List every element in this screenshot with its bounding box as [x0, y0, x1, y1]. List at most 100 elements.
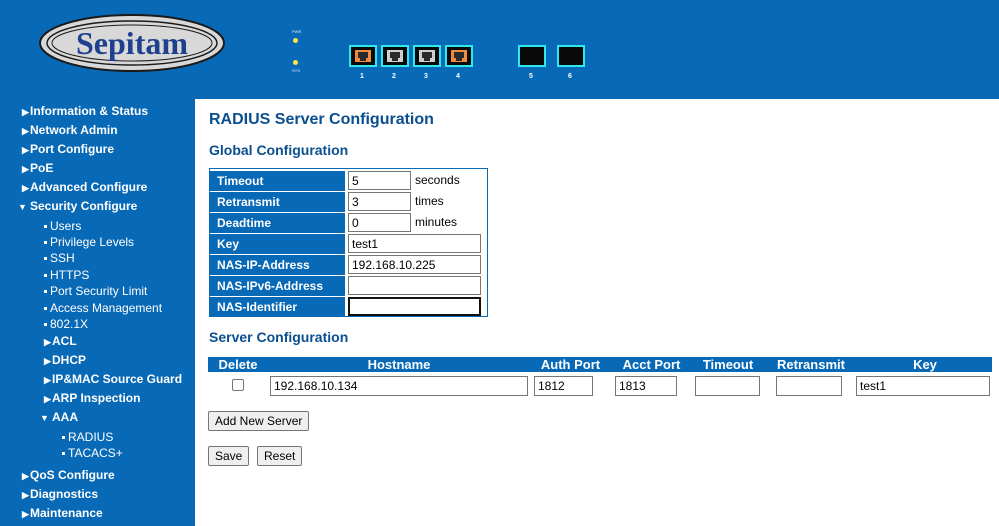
key-input[interactable] — [348, 234, 481, 253]
deadtime-label: Deadtime — [210, 213, 345, 233]
nas-ipv6-input[interactable] — [348, 276, 481, 295]
sidebar-item-security-configure[interactable]: ▼ Security Configure — [18, 199, 137, 213]
sidebar-item-diagnostics[interactable]: ▶Diagnostics — [22, 487, 98, 501]
sidebar-item-maintenance[interactable]: ▶Maintenance — [22, 506, 103, 520]
bullet-icon — [44, 290, 47, 294]
sidebar-subitem-port-security-limit[interactable]: Port Security Limit — [44, 284, 147, 298]
port-1-label: 1 — [360, 73, 364, 80]
port-1-icon[interactable] — [349, 45, 377, 67]
col-key: Key — [913, 357, 937, 372]
chevron-right-icon: ▶ — [44, 375, 51, 385]
timeout-input[interactable] — [348, 171, 411, 190]
global-config-heading: Global Configuration — [209, 142, 349, 158]
deadtime-unit: minutes — [415, 215, 458, 229]
col-auth-port: Auth Port — [540, 357, 601, 372]
retransmit-input[interactable] — [348, 192, 411, 211]
nas-ipv6-label: NAS-IPv6-Address — [210, 276, 345, 296]
key-label: Key — [210, 234, 345, 254]
bullet-icon — [62, 436, 65, 440]
sidebar-item-port-configure[interactable]: ▶Port Configure — [22, 142, 114, 156]
port-2-label: 2 — [392, 73, 396, 80]
bullet-icon — [44, 241, 47, 245]
nas-identifier-label: NAS-Identifier — [210, 297, 345, 317]
bullet-icon — [44, 323, 47, 327]
chevron-down-icon: ▼ — [40, 413, 49, 423]
chevron-right-icon: ▶ — [22, 490, 29, 500]
chevron-right-icon: ▶ — [22, 107, 29, 117]
port-5-label: 5 — [529, 73, 533, 80]
port-6-sfp-icon[interactable] — [557, 45, 585, 67]
timeout-unit: seconds — [415, 173, 460, 187]
port-5-sfp-icon[interactable] — [518, 45, 546, 67]
acct-port-input[interactable] — [615, 376, 677, 396]
chevron-right-icon: ▶ — [22, 471, 29, 481]
deadtime-input[interactable] — [348, 213, 411, 232]
bullet-icon — [44, 257, 47, 261]
sidebar-item-network-admin[interactable]: ▶Network Admin — [22, 123, 118, 137]
timeout-row-input[interactable] — [695, 376, 760, 396]
nas-ip-label: NAS-IP-Address — [210, 255, 345, 275]
sidebar: ▶Information & Status ▶Network Admin ▶Po… — [0, 99, 195, 526]
port-3-icon[interactable] — [413, 45, 441, 67]
nas-ip-input[interactable] — [348, 255, 481, 274]
sidebar-item-qos-configure[interactable]: ▶QoS Configure — [22, 468, 115, 482]
sidebar-item-acl[interactable]: ▶ACL — [44, 334, 77, 348]
port-3-label: 3 — [424, 73, 428, 80]
col-acct-port: Acct Port — [622, 357, 681, 372]
retransmit-unit: times — [415, 194, 444, 208]
add-new-server-button[interactable]: Add New Server — [208, 411, 310, 431]
chevron-right-icon: ▶ — [22, 164, 29, 174]
reset-button[interactable]: Reset — [257, 446, 303, 466]
port-4-icon[interactable] — [445, 45, 473, 67]
chevron-right-icon: ▶ — [22, 183, 29, 193]
sidebar-item-dhcp[interactable]: ▶DHCP — [44, 353, 86, 367]
sidebar-subitem-privilege-levels[interactable]: Privilege Levels — [44, 235, 134, 249]
save-button[interactable]: Save — [208, 446, 250, 466]
server-config-heading: Server Configuration — [209, 329, 349, 345]
header-bar: Sepitam PWR SYS 1 2 3 4 5 6 — [0, 0, 999, 99]
sidebar-item-ip-mac-source-guard[interactable]: ▶IP&MAC Source Guard — [44, 372, 182, 386]
sidebar-item-poe[interactable]: ▶PoE — [22, 161, 53, 175]
chevron-right-icon: ▶ — [22, 509, 29, 519]
bullet-icon — [44, 274, 47, 278]
sidebar-subitem-8021x[interactable]: 802.1X — [44, 317, 88, 331]
hostname-input[interactable] — [270, 376, 528, 396]
chevron-right-icon: ▶ — [22, 145, 29, 155]
col-hostname: Hostname — [367, 357, 431, 372]
sys-led-icon — [293, 60, 298, 65]
col-timeout: Timeout — [702, 357, 754, 372]
sidebar-item-information-status[interactable]: ▶Information & Status — [22, 104, 148, 118]
sidebar-subitem-access-management[interactable]: Access Management — [44, 301, 162, 315]
pwr-led-label: PWR — [292, 29, 302, 34]
port-2-icon[interactable] — [381, 45, 409, 67]
retransmit-row-input[interactable] — [776, 376, 842, 396]
bullet-icon — [44, 225, 47, 229]
sidebar-subitem-users[interactable]: Users — [44, 219, 81, 233]
sidebar-item-arp-inspection[interactable]: ▶ARP Inspection — [44, 391, 140, 405]
sidebar-item-aaa[interactable]: ▼ AAA — [40, 410, 78, 424]
sidebar-subitem-https[interactable]: HTTPS — [44, 268, 89, 282]
chevron-right-icon: ▶ — [44, 337, 51, 347]
chevron-right-icon: ▶ — [44, 394, 51, 404]
port-4-label: 4 — [456, 73, 460, 80]
bullet-icon — [44, 307, 47, 311]
auth-port-input[interactable] — [534, 376, 593, 396]
sys-led-label: SYS — [292, 68, 301, 73]
bullet-icon — [62, 452, 65, 456]
col-retransmit: Retransmit — [777, 357, 845, 372]
delete-checkbox[interactable] — [232, 379, 244, 391]
sidebar-subitem-ssh[interactable]: SSH — [44, 251, 75, 265]
key-row-input[interactable] — [856, 376, 990, 396]
port-6-label: 6 — [568, 73, 572, 80]
sepitam-logo: Sepitam — [39, 14, 225, 72]
pwr-led-icon — [293, 38, 298, 43]
sidebar-item-advanced-configure[interactable]: ▶Advanced Configure — [22, 180, 147, 194]
chevron-right-icon: ▶ — [44, 356, 51, 366]
global-config-table: Timeout seconds Retransmit times Deadtim… — [209, 168, 488, 317]
sidebar-subitem-tacacs[interactable]: TACACS+ — [62, 446, 123, 460]
logo-text: Sepitam — [76, 25, 188, 61]
col-delete: Delete — [218, 357, 258, 372]
sidebar-subitem-radius[interactable]: RADIUS — [62, 430, 113, 444]
chevron-down-icon: ▼ — [18, 202, 27, 212]
nas-identifier-input[interactable] — [348, 297, 481, 316]
